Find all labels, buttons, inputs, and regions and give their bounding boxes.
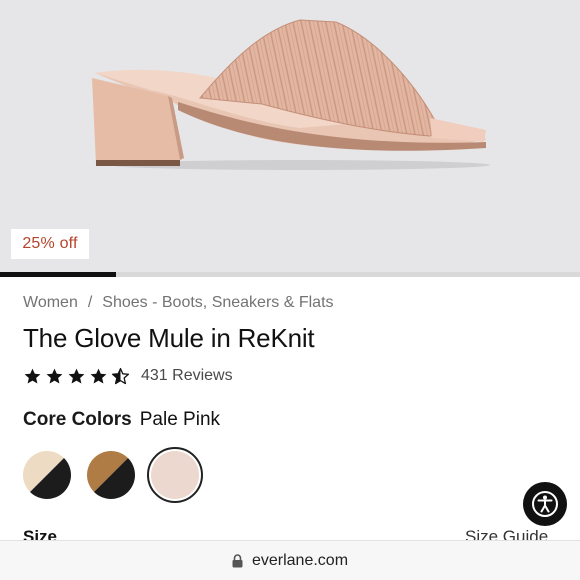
- star-icon: [90, 368, 107, 384]
- browser-address-bar[interactable]: everlane.com: [0, 540, 580, 580]
- size-label: Size: [23, 527, 58, 541]
- size-guide-link[interactable]: Size Guide: [465, 527, 548, 541]
- color-group-label: Core Colors: [23, 409, 132, 430]
- star-icon: [24, 368, 41, 384]
- half-star-icon: [111, 367, 130, 384]
- star-rating: [23, 367, 130, 386]
- swatch-cream-black[interactable]: [23, 451, 71, 499]
- accessibility-icon: [532, 491, 558, 517]
- accessibility-button[interactable]: [523, 482, 567, 526]
- swatch-pale-pink[interactable]: [151, 451, 199, 499]
- reviews-link[interactable]: 431 Reviews: [141, 367, 233, 385]
- product-title: The Glove Mule in ReKnit: [23, 323, 315, 353]
- color-selector-label: Core Colors Pale Pink: [23, 409, 220, 431]
- star-icon: [46, 368, 63, 384]
- breadcrumb-separator: /: [87, 294, 93, 311]
- star-icon: [68, 368, 85, 384]
- swatch-tan-black[interactable]: [87, 451, 135, 499]
- product-image-gallery[interactable]: 25% off: [0, 0, 580, 272]
- discount-badge: 25% off: [11, 229, 89, 259]
- gallery-progress-fill: [0, 272, 116, 277]
- selected-color-name: Pale Pink: [139, 409, 221, 430]
- gallery-progress-bar: [0, 272, 580, 277]
- address-url: everlane.com: [251, 551, 349, 569]
- breadcrumb-shoes[interactable]: Shoes - Boots, Sneakers & Flats: [102, 294, 333, 311]
- product-rating[interactable]: 431 Reviews: [23, 365, 233, 387]
- lock-icon: [232, 553, 243, 567]
- breadcrumb: Women / Shoes - Boots, Sneakers & Flats: [23, 294, 334, 312]
- size-row: Size Size Guide: [0, 527, 580, 541]
- breadcrumb-women[interactable]: Women: [23, 294, 78, 311]
